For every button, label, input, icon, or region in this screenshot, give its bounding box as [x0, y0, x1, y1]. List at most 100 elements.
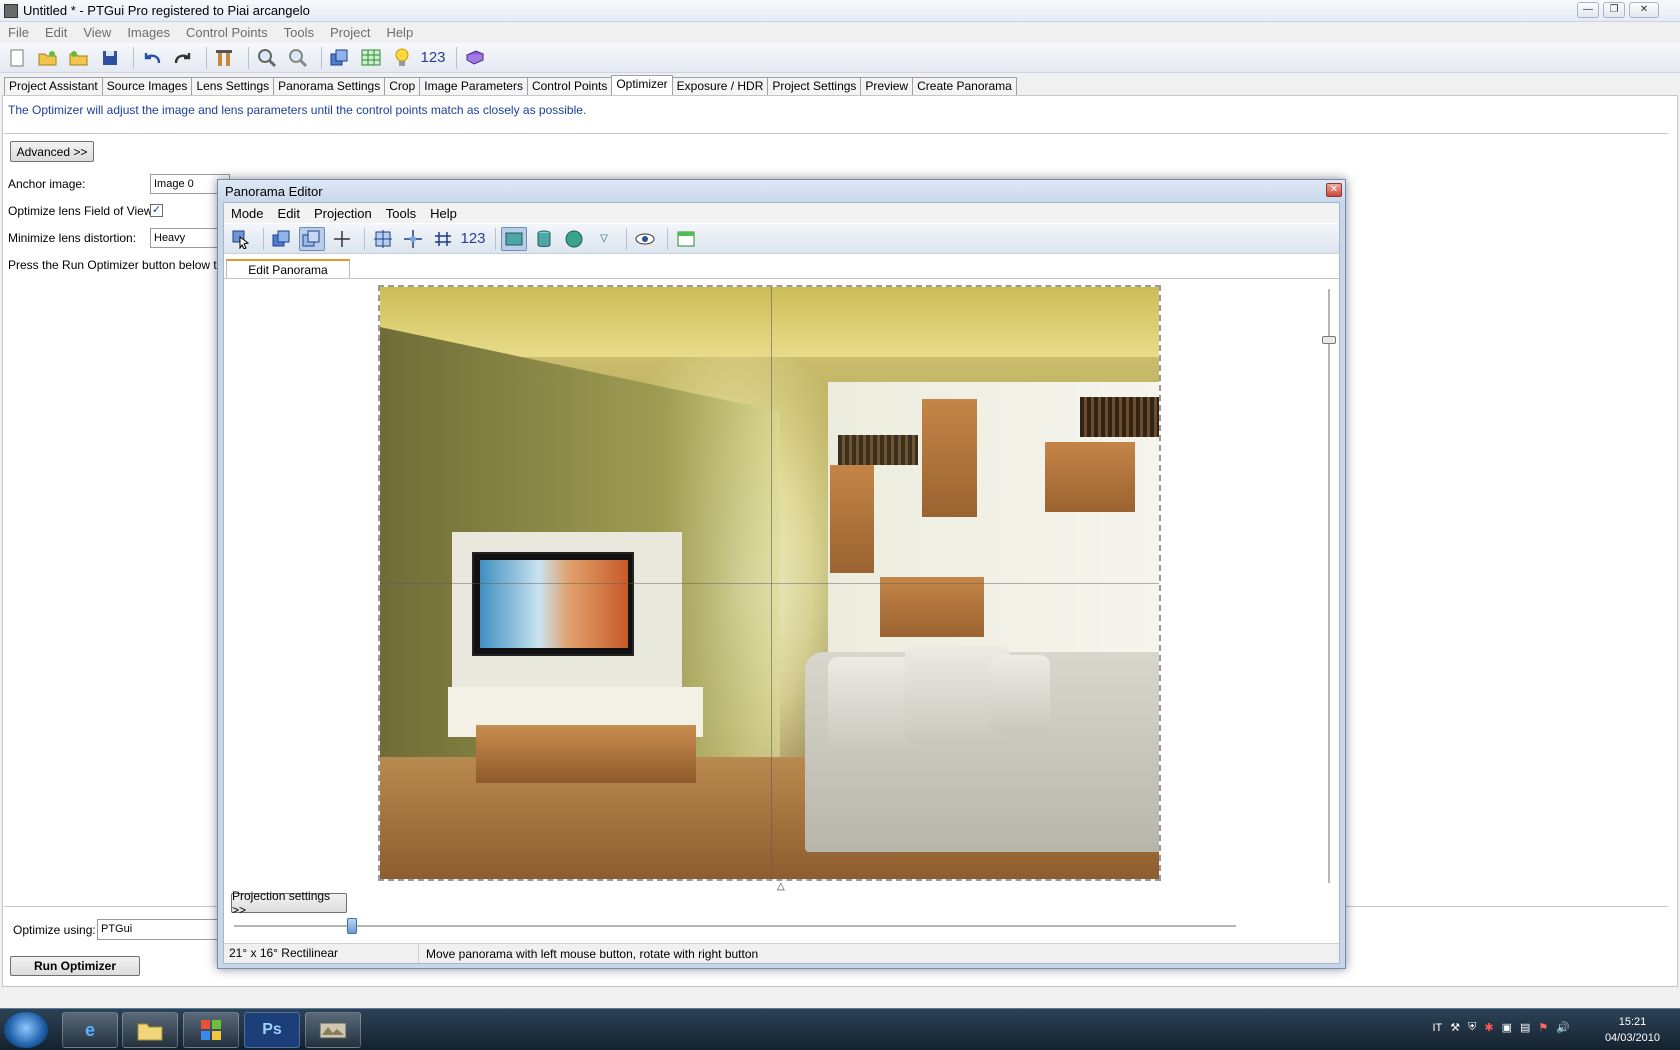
redo-icon[interactable]: [170, 46, 196, 70]
open-icon[interactable]: [35, 46, 61, 70]
sofa-cushion: [990, 655, 1050, 735]
menu-edit[interactable]: Edit: [37, 25, 75, 40]
windows-app-icon[interactable]: [183, 1012, 239, 1048]
file-explorer-icon[interactable]: [122, 1012, 178, 1048]
menu-view[interactable]: View: [75, 25, 119, 40]
main-toolbar: 123: [0, 43, 1680, 73]
toolbar-separator: [206, 46, 207, 69]
tray-app-icon[interactable]: ✱: [1484, 1021, 1493, 1034]
zoom-out-icon[interactable]: [285, 46, 311, 70]
internet-explorer-icon[interactable]: e: [62, 1012, 118, 1048]
menu-project[interactable]: Project: [322, 25, 378, 40]
numbers-icon[interactable]: 123: [420, 46, 446, 70]
ptgui-icon[interactable]: [305, 1012, 361, 1048]
fit-panorama-icon[interactable]: [370, 227, 396, 251]
pe-menu-projection[interactable]: Projection: [307, 206, 379, 221]
center-marker-icon: △: [777, 881, 785, 892]
panorama-editor-toolbar: 123 ▽: [224, 224, 1339, 254]
language-indicator[interactable]: IT: [1432, 1022, 1442, 1034]
start-button[interactable]: [4, 1012, 48, 1048]
center-panorama-icon[interactable]: [400, 227, 426, 251]
zoom-in-icon[interactable]: [254, 46, 280, 70]
toolbar-separator: [626, 227, 627, 250]
clock-date: 04/03/2010: [1604, 1032, 1660, 1044]
optimize-tools-icon[interactable]: [212, 46, 238, 70]
room-ceiling: [380, 287, 1159, 357]
clock-time: 15:21: [1618, 1016, 1647, 1028]
move-image-icon[interactable]: [269, 227, 295, 251]
menu-images[interactable]: Images: [119, 25, 178, 40]
pe-menu-mode[interactable]: Mode: [224, 206, 271, 221]
rectilinear-projection-icon[interactable]: [501, 226, 527, 251]
tab-project-settings[interactable]: Project Settings: [767, 77, 862, 95]
numbers-icon[interactable]: 123: [460, 227, 486, 251]
menu-tools[interactable]: Tools: [276, 25, 322, 40]
menu-file[interactable]: File: [0, 25, 37, 40]
menu-control-points[interactable]: Control Points: [178, 25, 276, 40]
taskbar: e Ps IT ⚒ ⛨ ✱ ▣ ▤ ⚑ 🔊 15:21 04/03/2010: [0, 1008, 1680, 1050]
optimize-fov-checkbox[interactable]: ✓: [150, 204, 163, 217]
tray-device-icon[interactable]: ▣: [1502, 1021, 1512, 1034]
eye-icon[interactable]: [632, 227, 658, 251]
zoom-slider-thumb[interactable]: [347, 918, 357, 934]
tab-preview[interactable]: Preview: [860, 77, 914, 95]
spherical-projection-icon[interactable]: [561, 227, 587, 251]
save-icon[interactable]: [97, 46, 123, 70]
tray-flag-icon[interactable]: ⚑: [1538, 1021, 1548, 1034]
panorama-editor-close-button[interactable]: ✕: [1326, 183, 1342, 197]
pe-menu-edit[interactable]: Edit: [271, 206, 307, 221]
panorama-editor-menubar: Mode Edit Projection Tools Help: [224, 203, 1339, 223]
tab-source-images[interactable]: Source Images: [101, 77, 193, 95]
tab-edit-panorama[interactable]: Edit Panorama: [226, 259, 350, 279]
pe-menu-tools[interactable]: Tools: [379, 206, 423, 221]
run-optimizer-button[interactable]: Run Optimizer: [10, 956, 140, 976]
select-arrow-icon[interactable]: [228, 227, 254, 251]
books: [838, 435, 918, 465]
tab-lens-settings[interactable]: Lens Settings: [191, 77, 275, 95]
tab-optimizer[interactable]: Optimizer: [611, 75, 673, 95]
straighten-icon[interactable]: [430, 227, 456, 251]
move-panorama-icon[interactable]: [299, 226, 325, 251]
menu-help[interactable]: Help: [378, 25, 421, 40]
crosshair-icon[interactable]: [329, 227, 355, 251]
book-icon[interactable]: [462, 46, 488, 70]
projection-settings-button[interactable]: Projection settings >>: [231, 889, 347, 917]
toolbar-separator: [263, 227, 264, 250]
table-icon[interactable]: [358, 46, 384, 70]
minimize-button[interactable]: —: [1577, 2, 1599, 18]
photoshop-icon[interactable]: Ps: [244, 1012, 300, 1048]
status-field-of-view: 21° x 16° Rectilinear: [224, 944, 419, 963]
optimize-using-select[interactable]: PTGui: [97, 919, 222, 940]
pe-menu-help[interactable]: Help: [423, 206, 464, 221]
open-recent-icon[interactable]: [66, 46, 92, 70]
panorama-editor-icon[interactable]: [327, 46, 353, 70]
tab-create-panorama[interactable]: Create Panorama: [912, 77, 1017, 95]
restore-button[interactable]: ❐: [1603, 2, 1625, 18]
close-button[interactable]: ✕: [1629, 2, 1659, 18]
lightbulb-icon[interactable]: [389, 46, 415, 70]
undo-icon[interactable]: [139, 46, 165, 70]
minimize-distortion-label: Minimize lens distortion:: [8, 231, 137, 245]
vertical-slider-thumb[interactable]: [1322, 336, 1336, 344]
panorama-canvas[interactable]: [378, 285, 1161, 881]
tab-image-parameters[interactable]: Image Parameters: [419, 77, 528, 95]
tab-panorama-settings[interactable]: Panorama Settings: [273, 77, 386, 95]
cylindrical-projection-icon[interactable]: [531, 227, 557, 251]
more-projections-icon[interactable]: ▽: [591, 227, 617, 251]
advanced-button[interactable]: Advanced >>: [10, 141, 94, 162]
volume-icon[interactable]: 🔊: [1556, 1021, 1570, 1034]
window-layout-icon[interactable]: [673, 227, 699, 251]
tray-security-icon[interactable]: ⛨: [1468, 1021, 1476, 1034]
tab-crop[interactable]: Crop: [384, 77, 421, 95]
new-icon[interactable]: [4, 46, 30, 70]
vertical-slider-track[interactable]: [1328, 289, 1330, 883]
tab-control-points[interactable]: Control Points: [526, 77, 613, 95]
center-horizontal-line: [380, 583, 1159, 584]
toolbar-separator: [321, 46, 322, 69]
tray-network-icon[interactable]: ▤: [1520, 1021, 1530, 1034]
tray-tool-icon[interactable]: ⚒: [1450, 1021, 1460, 1034]
zoom-slider-track[interactable]: [234, 925, 1236, 927]
tab-project-assistant[interactable]: Project Assistant: [4, 77, 103, 95]
tab-exposure-hdr[interactable]: Exposure / HDR: [671, 77, 769, 95]
clock[interactable]: 15:21 04/03/2010: [1605, 1014, 1660, 1046]
